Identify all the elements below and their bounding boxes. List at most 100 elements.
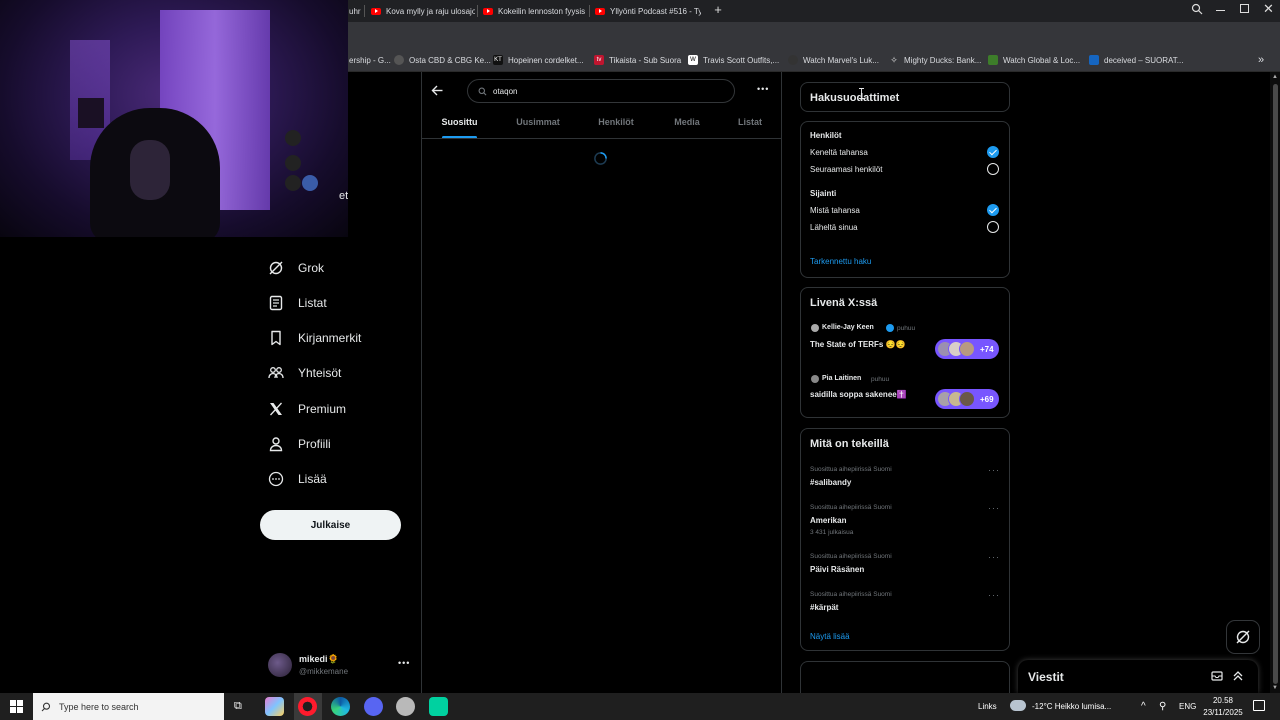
chevron-right-icon[interactable]: » xyxy=(1258,48,1264,72)
nav-label: Kirjanmerkit xyxy=(298,331,362,345)
back-arrow-icon[interactable] xyxy=(431,84,444,97)
radio-anyone-selected[interactable] xyxy=(987,146,999,158)
tray-chevron-up-icon[interactable]: ^ xyxy=(1141,693,1146,720)
trend-more-icon[interactable]: ··· xyxy=(988,552,1000,562)
trend-name[interactable]: #salibandy xyxy=(810,478,851,487)
webcam-overlay: et xyxy=(0,0,348,237)
nav-communities[interactable]: Yhteisöt xyxy=(268,361,341,385)
app-icon[interactable] xyxy=(396,697,415,716)
radio-anywhere-selected[interactable] xyxy=(987,204,999,216)
bookmark-item[interactable]: ✧ Mighty Ducks: Bank... xyxy=(889,48,981,72)
space-listeners[interactable]: +69 xyxy=(935,389,999,409)
weather-widget[interactable]: -12°C Heikko lumisa... xyxy=(1032,693,1111,720)
space-verb: puhuu xyxy=(897,325,916,332)
space-listeners[interactable]: +74 xyxy=(935,339,999,359)
global-favicon-icon xyxy=(988,55,998,65)
plus-icon[interactable]: + xyxy=(711,3,725,17)
opera-icon[interactable] xyxy=(298,697,317,716)
grok-button[interactable] xyxy=(1226,620,1260,654)
messages-drawer[interactable]: Viestit xyxy=(1018,660,1258,693)
bookmark-item[interactable]: Osta CBD & CBG Ke... xyxy=(394,48,491,72)
browser-tab[interactable]: Kokeilin lennoston fyysis xyxy=(483,0,587,22)
browser-tab[interactable]: Kova mylly ja raju ulosajo xyxy=(371,0,475,22)
nav-grok[interactable]: Grok xyxy=(268,256,324,280)
filter-option-near-you[interactable]: Läheltä sinua xyxy=(810,223,858,232)
tab-separator xyxy=(477,5,478,17)
nav-label: Profiili xyxy=(298,437,331,451)
clock-date[interactable]: 23/11/2025 xyxy=(1201,708,1245,717)
scroll-down-arrow-icon[interactable]: ▼ xyxy=(1272,685,1278,691)
trend-more-icon[interactable]: ··· xyxy=(988,590,1000,600)
w-favicon-icon: W xyxy=(688,55,698,65)
browser-tab[interactable]: uhr xyxy=(349,0,363,22)
tabs-divider xyxy=(422,138,781,139)
radio-near-you[interactable] xyxy=(987,221,999,233)
bookmark-item[interactable]: Watch Global & Loc... xyxy=(988,48,1080,72)
search-input[interactable]: otaqon xyxy=(467,79,735,103)
bookmark-item[interactable]: W Travis Scott Outfits,... xyxy=(688,48,779,72)
space-title[interactable]: The State of TERFs 😔😔 xyxy=(810,340,905,349)
browser-tab[interactable]: Yllyönti Podcast #516 - Ty xyxy=(595,0,701,22)
bookmark-item[interactable]: deceived – SUORAT... xyxy=(1089,48,1183,72)
publish-button[interactable]: Julkaise xyxy=(260,510,401,540)
trend-context: Suosittua aihepiirissä Suomi xyxy=(810,553,892,560)
space-host: Pia Laitinen xyxy=(822,375,862,382)
filter-option-anywhere[interactable]: Mistä tahansa xyxy=(810,206,860,215)
radio-following[interactable] xyxy=(987,163,999,175)
task-view-icon[interactable]: ⧉ xyxy=(234,700,242,713)
trend-more-icon[interactable]: ··· xyxy=(988,465,1000,475)
nav-premium[interactable]: Premium xyxy=(268,397,346,421)
nav-bookmarks[interactable]: Kirjanmerkit xyxy=(268,326,361,350)
search-options-icon[interactable]: ••• xyxy=(757,84,769,94)
filter-option-following[interactable]: Seuraamasi henkilöt xyxy=(810,165,882,174)
space-title[interactable]: saidilla soppa sakenee✝️ xyxy=(810,390,907,399)
nav-label: Yhteisöt xyxy=(298,366,342,380)
nav-label: Lisää xyxy=(298,472,327,486)
account-more-icon[interactable]: ••• xyxy=(398,658,410,668)
trend-name[interactable]: #kärpät xyxy=(810,603,838,612)
verified-badge-icon xyxy=(886,324,894,332)
new-message-icon[interactable] xyxy=(1211,670,1223,682)
discord-icon[interactable] xyxy=(364,697,383,716)
chat-app-icon[interactable] xyxy=(429,697,448,716)
restore-icon[interactable] xyxy=(1240,4,1249,13)
nav-lists[interactable]: Listat xyxy=(268,291,327,315)
minimize-icon[interactable] xyxy=(1216,10,1225,11)
space-host: Kellie-Jay Keen xyxy=(822,324,874,331)
space-verb: puhuu xyxy=(871,376,890,383)
search-tabs-icon[interactable] xyxy=(1191,3,1203,15)
trend-more-icon[interactable]: ··· xyxy=(988,503,1000,513)
search-icon xyxy=(478,87,487,95)
icon-cluster xyxy=(280,120,320,200)
network-icon[interactable]: ⚲ xyxy=(1159,693,1166,720)
bookmark-item[interactable]: KT Hopeinen cordelket... xyxy=(493,48,584,72)
expand-icon[interactable] xyxy=(1232,670,1244,682)
trend-context: Suosittua aihepiirissä Suomi xyxy=(810,591,892,598)
youtube-icon xyxy=(371,7,381,15)
filter-option-anyone[interactable]: Keneltä tahansa xyxy=(810,148,868,157)
bookmark-item[interactable]: Watch Marvel's Luk... xyxy=(788,48,879,72)
show-more-link[interactable]: Näytä lisää xyxy=(810,632,850,641)
taskbar-search-input[interactable]: Type here to search xyxy=(33,693,224,720)
bookmark-label: Osta CBD & CBG Ke... xyxy=(409,55,491,65)
close-icon[interactable]: ✕ xyxy=(1263,1,1274,17)
edge-icon[interactable] xyxy=(331,697,350,716)
language-indicator[interactable]: ENG xyxy=(1179,693,1196,720)
avatar[interactable] xyxy=(268,653,292,677)
advanced-search-link[interactable]: Tarkennettu haku xyxy=(810,257,871,266)
bookmark-item[interactable]: tv Tikaista - Sub Suora xyxy=(594,48,681,72)
links-toolbar[interactable]: Links xyxy=(978,693,997,720)
trend-name[interactable]: Päivi Räsänen xyxy=(810,565,864,574)
scrollbar-thumb[interactable] xyxy=(1273,84,1278,684)
nav-profile[interactable]: Profiili xyxy=(268,432,331,456)
listener-count: +74 xyxy=(980,344,994,354)
trend-name[interactable]: Amerikan xyxy=(810,516,846,525)
bookmark-item[interactable]: ership - G... xyxy=(349,48,391,72)
nav-more[interactable]: Lisää xyxy=(268,467,327,491)
scroll-up-arrow-icon[interactable]: ▲ xyxy=(1272,74,1278,80)
notification-icon[interactable] xyxy=(1253,700,1265,711)
youtube-icon xyxy=(483,7,493,15)
app-launcher-icon[interactable] xyxy=(265,697,284,716)
clock-time[interactable]: 20.58 xyxy=(1203,696,1243,705)
windows-start-icon[interactable] xyxy=(10,700,23,713)
